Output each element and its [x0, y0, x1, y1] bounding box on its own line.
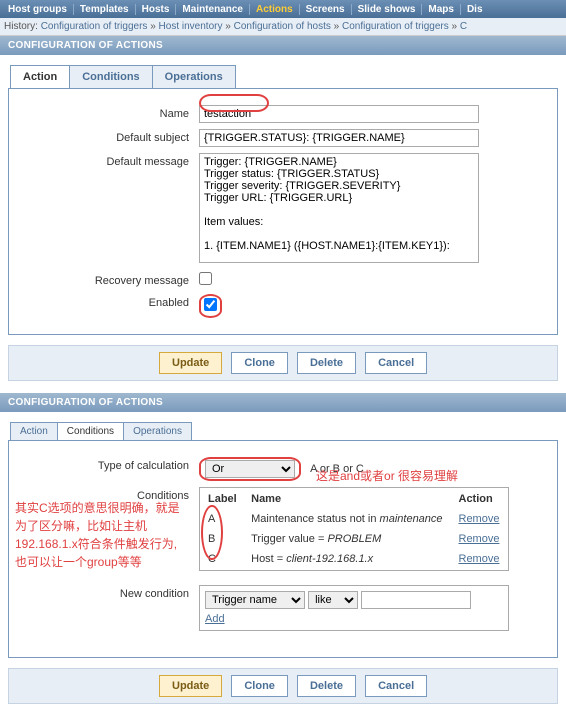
- remove-link[interactable]: Remove: [459, 553, 500, 565]
- annotation-top: 这是and或者or 很容易理解: [316, 467, 458, 484]
- nav-dis[interactable]: Dis: [461, 4, 489, 15]
- label-default-message: Default message: [19, 153, 199, 168]
- update-button[interactable]: Update: [159, 675, 222, 697]
- col-label: Label: [202, 490, 243, 508]
- tab-operations[interactable]: Operations: [123, 422, 192, 440]
- tabs: Action Conditions Operations: [10, 65, 566, 88]
- tabs: Action Conditions Operations: [10, 422, 566, 440]
- section-action: CONFIGURATION OF ACTIONS Action Conditio…: [0, 36, 566, 381]
- label-new-condition: New condition: [19, 585, 199, 600]
- history-crumb[interactable]: C: [460, 21, 467, 32]
- col-action: Action: [453, 490, 507, 508]
- tab-action[interactable]: Action: [10, 65, 70, 88]
- conditions-form: 这是and或者or 很容易理解 其实C选项的意思很明确，就是为了区分嘛，比如让主…: [8, 440, 558, 658]
- tab-operations[interactable]: Operations: [152, 65, 236, 88]
- top-nav: Host groups Templates Hosts Maintenance …: [0, 0, 566, 18]
- new-cond-field-select[interactable]: Trigger name: [205, 591, 305, 609]
- cond-label: A: [202, 510, 243, 528]
- tab-conditions[interactable]: Conditions: [69, 65, 152, 88]
- clone-button[interactable]: Clone: [231, 352, 288, 374]
- section-header: CONFIGURATION OF ACTIONS: [0, 36, 566, 55]
- table-row: A Maintenance status not in maintenance …: [202, 510, 506, 528]
- action-form: Name Default subject Default message Tri…: [8, 88, 558, 335]
- tab-conditions[interactable]: Conditions: [57, 422, 124, 440]
- recovery-message-checkbox[interactable]: [199, 272, 212, 285]
- table-row: C Host = client-192.168.1.x Remove: [202, 550, 506, 568]
- default-message-textarea[interactable]: Trigger: {TRIGGER.NAME} Trigger status: …: [199, 153, 479, 263]
- new-cond-op-select[interactable]: like: [308, 591, 358, 609]
- default-subject-input[interactable]: [199, 129, 479, 147]
- label-type-of-calculation: Type of calculation: [19, 457, 199, 472]
- nav-templates[interactable]: Templates: [74, 4, 136, 15]
- remove-link[interactable]: Remove: [459, 533, 500, 545]
- cond-name: Trigger value = PROBLEM: [245, 530, 450, 548]
- history-crumb[interactable]: Configuration of triggers: [41, 21, 148, 32]
- col-name: Name: [245, 490, 450, 508]
- history-crumb[interactable]: Configuration of hosts: [234, 21, 331, 32]
- new-cond-value-input[interactable]: [361, 591, 471, 609]
- history-crumb[interactable]: Host inventory: [159, 21, 223, 32]
- tab-action[interactable]: Action: [10, 422, 58, 440]
- nav-maintenance[interactable]: Maintenance: [176, 4, 250, 15]
- annotation-left: 其实C选项的意思很明确，就是为了区分嘛，比如让主机192.168.1.x符合条件…: [15, 499, 180, 571]
- nav-maps[interactable]: Maps: [422, 4, 461, 15]
- section-header: CONFIGURATION OF ACTIONS: [0, 393, 566, 412]
- button-bar: Update Clone Delete Cancel: [8, 345, 558, 381]
- enabled-checkbox[interactable]: [204, 298, 217, 311]
- remove-link[interactable]: Remove: [459, 513, 500, 525]
- nav-screens[interactable]: Screens: [300, 4, 352, 15]
- cond-label: B: [202, 530, 243, 548]
- button-bar: Update Clone Delete Cancel: [8, 668, 558, 704]
- delete-button[interactable]: Delete: [297, 675, 356, 697]
- delete-button[interactable]: Delete: [297, 352, 356, 374]
- nav-hostgroups[interactable]: Host groups: [2, 4, 74, 15]
- history-crumb[interactable]: Configuration of triggers: [342, 21, 449, 32]
- clone-button[interactable]: Clone: [231, 675, 288, 697]
- table-row: B Trigger value = PROBLEM Remove: [202, 530, 506, 548]
- conditions-table: Label Name Action A Maintenance status n…: [199, 487, 509, 571]
- nav-hosts[interactable]: Hosts: [136, 4, 177, 15]
- label-enabled: Enabled: [19, 294, 199, 309]
- add-link[interactable]: Add: [205, 613, 225, 625]
- calculation-select[interactable]: Or: [205, 460, 295, 478]
- history-label: History:: [4, 21, 38, 32]
- cond-label: C: [202, 550, 243, 568]
- history-bar: History: Configuration of triggers » Hos…: [0, 18, 566, 36]
- cancel-button[interactable]: Cancel: [365, 352, 427, 374]
- section-conditions: CONFIGURATION OF ACTIONS Action Conditio…: [0, 393, 566, 704]
- cond-name: Maintenance status not in maintenance: [245, 510, 450, 528]
- label-recovery-message: Recovery message: [19, 272, 199, 287]
- cond-name: Host = client-192.168.1.x: [245, 550, 450, 568]
- label-name: Name: [19, 105, 199, 120]
- cancel-button[interactable]: Cancel: [365, 675, 427, 697]
- nav-actions[interactable]: Actions: [250, 4, 300, 15]
- name-input[interactable]: [199, 105, 479, 123]
- update-button[interactable]: Update: [159, 352, 222, 374]
- label-default-subject: Default subject: [19, 129, 199, 144]
- nav-slideshows[interactable]: Slide shows: [352, 4, 423, 15]
